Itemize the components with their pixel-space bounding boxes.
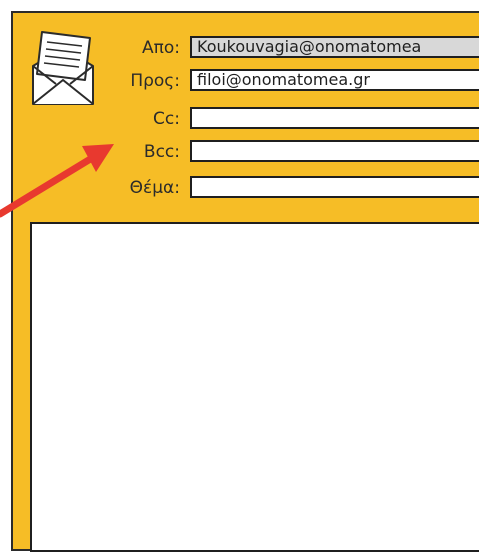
bcc-field[interactable] <box>190 140 479 162</box>
message-body[interactable] <box>30 222 479 552</box>
from-label: Απο: <box>142 38 180 58</box>
subject-field[interactable] <box>190 176 479 198</box>
from-field[interactable]: Koukouvagia@onomatomea <box>190 36 479 58</box>
cc-field[interactable] <box>190 107 479 129</box>
to-label: Προς: <box>130 71 180 91</box>
red-arrow-annotation <box>0 144 114 218</box>
to-field[interactable]: filoi@onomatomea.gr <box>190 69 479 91</box>
cc-label: Cc: <box>153 109 180 129</box>
